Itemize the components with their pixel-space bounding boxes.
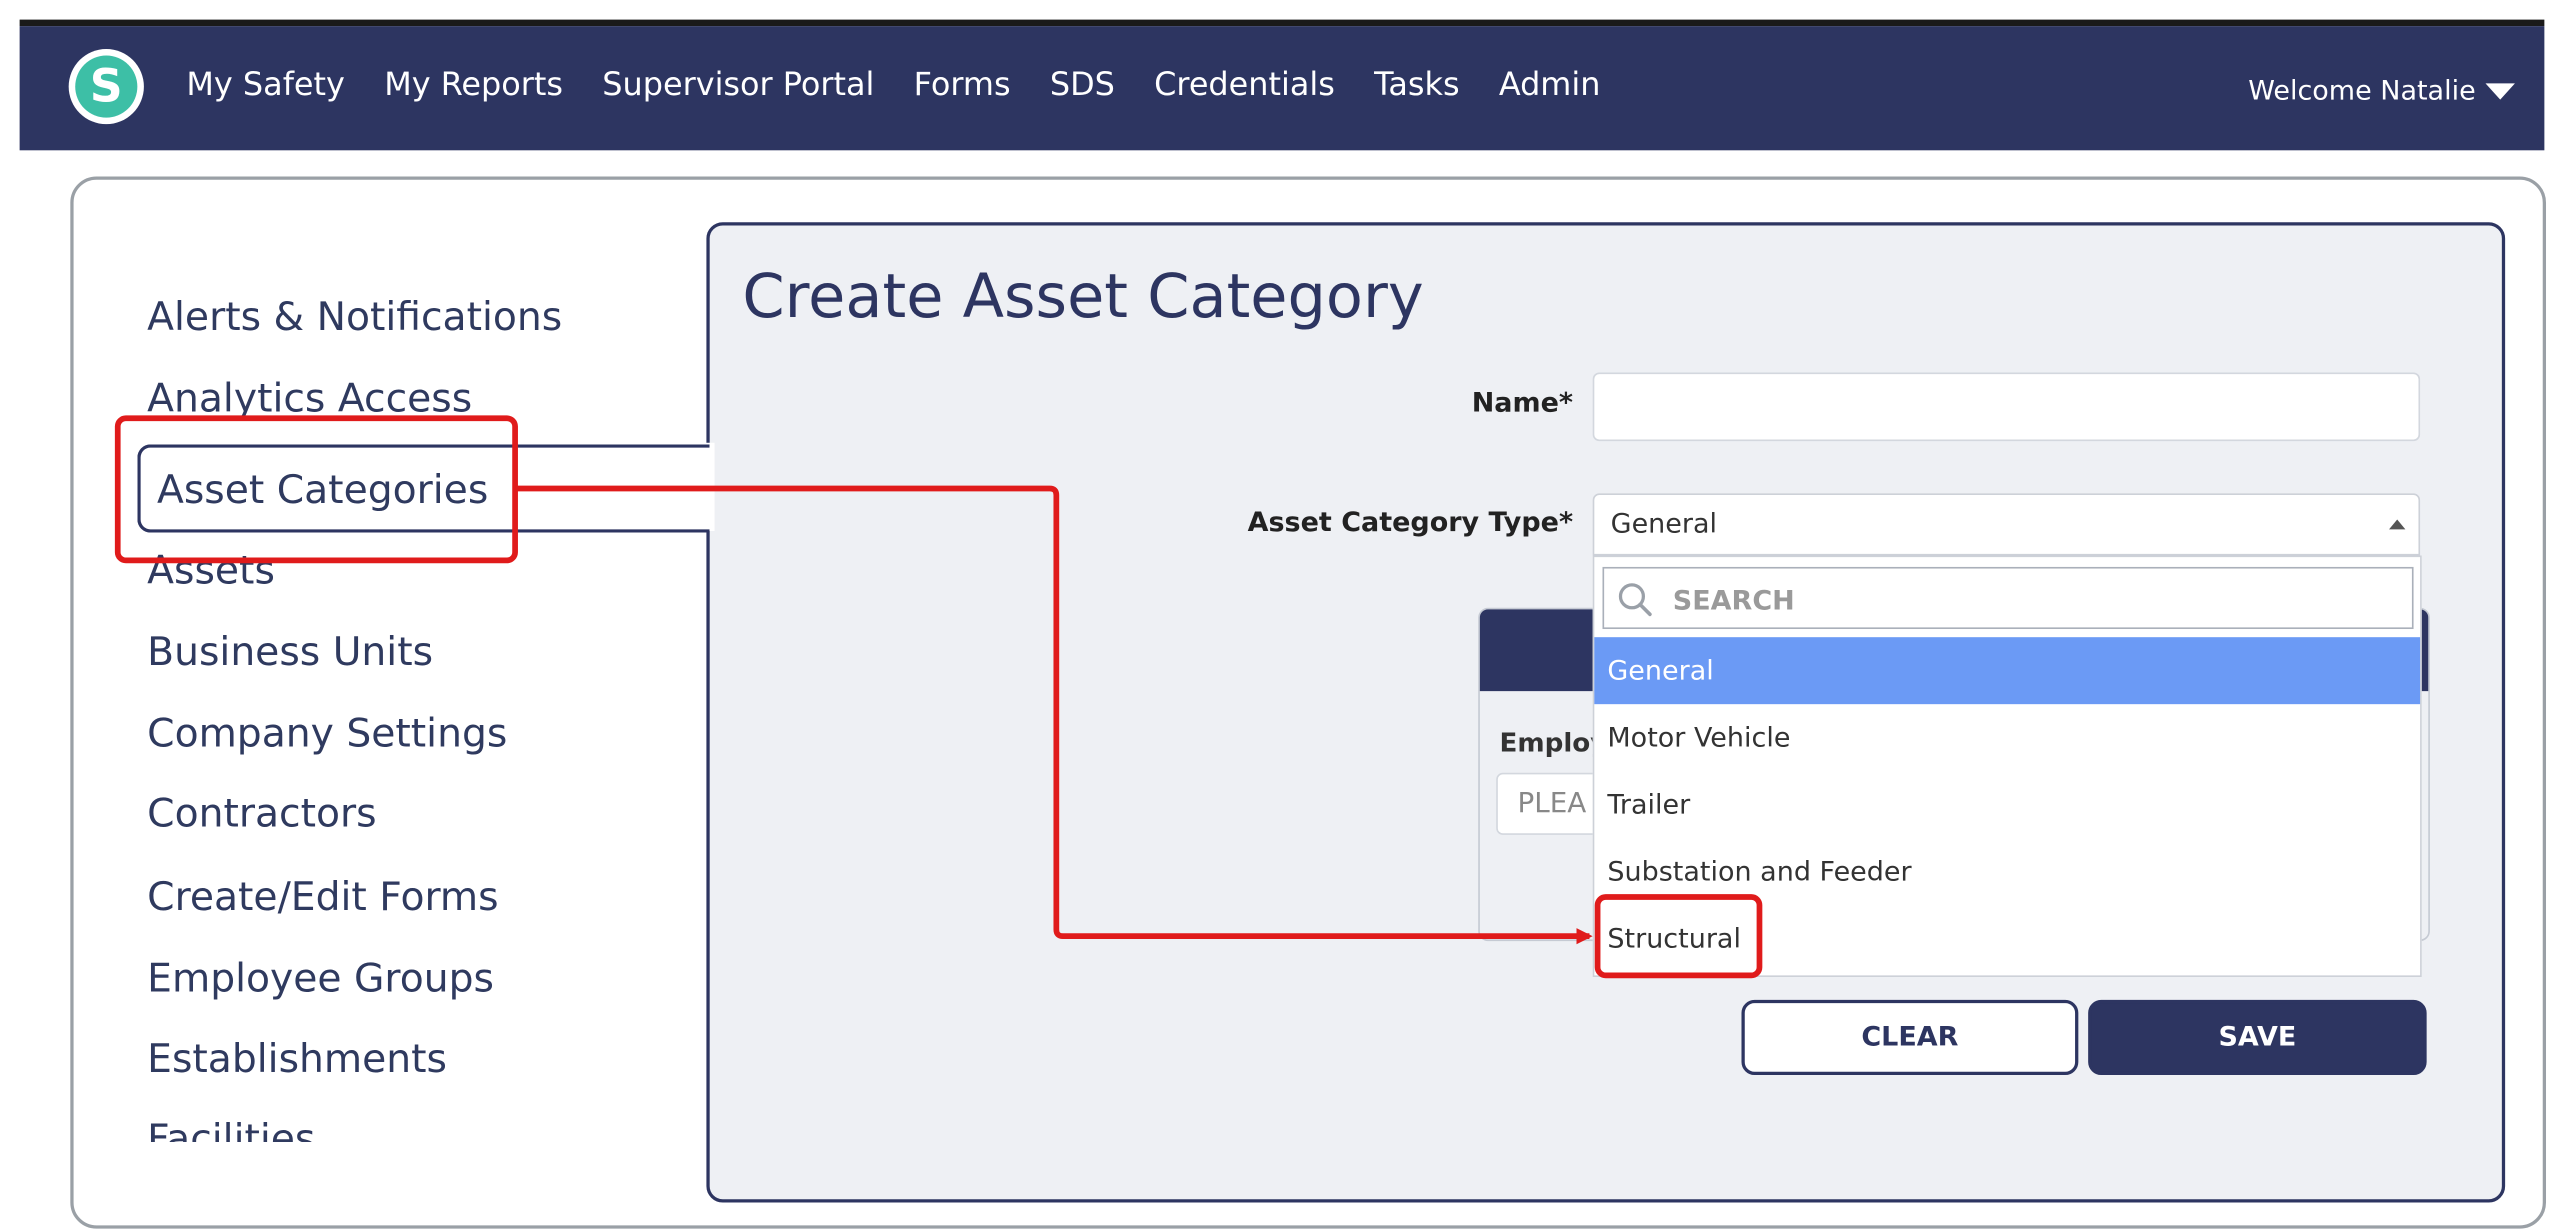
option-trailer[interactable]: Trailer	[1594, 771, 2420, 838]
app-logo[interactable]: S	[68, 49, 144, 125]
clear-button[interactable]: CLEAR	[1741, 999, 2079, 1076]
top-navbar: S My Safety My Reports Supervisor Portal…	[19, 26, 2545, 151]
search-input[interactable]	[1669, 568, 2396, 631]
sidebar-item-establishments[interactable]: Establishments	[147, 1026, 447, 1091]
sidebar-item-analytics-access[interactable]: Analytics Access	[147, 366, 472, 431]
nav-forms[interactable]: Forms	[914, 65, 1011, 103]
employee-label: Employ	[1499, 727, 1608, 759]
nav-sds[interactable]: SDS	[1050, 65, 1115, 103]
dropdown-search[interactable]	[1602, 566, 2414, 631]
sidebar-item-business-units[interactable]: Business Units	[147, 619, 433, 684]
nav-tasks[interactable]: Tasks	[1374, 65, 1459, 103]
option-substation-and-feeder[interactable]: Substation and Feeder	[1594, 838, 2420, 905]
nav-supervisor-portal[interactable]: Supervisor Portal	[602, 65, 874, 103]
option-structural[interactable]: Structural	[1594, 905, 2420, 972]
name-input[interactable]	[1592, 372, 2421, 442]
name-label: Name*	[1471, 387, 1574, 419]
save-button[interactable]: SAVE	[2088, 999, 2427, 1076]
nav-admin[interactable]: Admin	[1499, 65, 1601, 103]
sidebar-item-assets[interactable]: Assets	[147, 538, 275, 603]
option-motor-vehicle[interactable]: Motor Vehicle	[1594, 704, 2420, 771]
sidebar-item-employee-groups[interactable]: Employee Groups	[147, 946, 494, 1011]
screen: S My Safety My Reports Supervisor Portal…	[0, 0, 2564, 1229]
sidebar-item-company-settings[interactable]: Company Settings	[147, 701, 507, 766]
caret-up-icon	[2389, 519, 2406, 530]
nav-credentials[interactable]: Credentials	[1154, 65, 1335, 103]
select-value: General	[1610, 508, 1718, 540]
option-general[interactable]: General	[1594, 637, 2421, 705]
type-dropdown: General Motor Vehicle Trailer Substation…	[1592, 555, 2422, 978]
nav-my-reports[interactable]: My Reports	[384, 65, 563, 103]
nav-my-safety[interactable]: My Safety	[186, 65, 345, 103]
sidebar-item-asset-categories[interactable]: Asset Categories	[137, 444, 710, 533]
logo-letter: S	[75, 55, 138, 118]
sidebar-item-create-edit-forms[interactable]: Create/Edit Forms	[147, 864, 498, 929]
search-icon	[1618, 583, 1652, 617]
caret-down-icon	[2485, 82, 2515, 99]
page-title: Create Asset Category	[742, 261, 1424, 332]
sidebar-item-contractors[interactable]: Contractors	[147, 781, 376, 846]
sidebar-item-alerts[interactable]: Alerts & Notifications	[147, 284, 562, 349]
nav-links: My Safety My Reports Supervisor Portal F…	[186, 65, 1600, 103]
welcome-text: Welcome Natalie	[2248, 75, 2476, 107]
asset-category-type-select[interactable]: General	[1592, 493, 2421, 556]
asset-category-type-label: Asset Category Type*	[1247, 506, 1574, 538]
sidebar-item-facilities[interactable]: Facilities	[147, 1106, 315, 1142]
user-menu[interactable]: Welcome Natalie	[2248, 75, 2515, 106]
